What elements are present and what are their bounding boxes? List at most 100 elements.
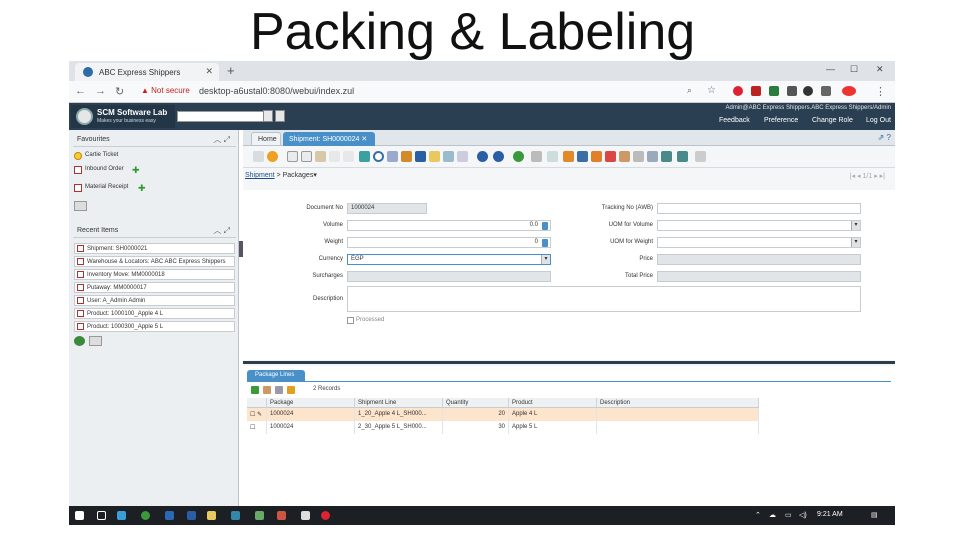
parent-record-icon[interactable] xyxy=(477,151,488,162)
save-icon[interactable] xyxy=(315,151,326,162)
copy-record-icon[interactable] xyxy=(301,151,312,162)
volume-field[interactable]: 0.0 xyxy=(347,220,551,231)
table-row[interactable]: ☐ ✎ 1000024 1_20_Apple 4 L_SH000... 20 A… xyxy=(247,408,759,421)
weight-field[interactable]: 0 xyxy=(347,237,551,248)
shipment-line-cell[interactable]: 1_20_Apple 4 L_SH000... xyxy=(355,408,443,421)
refresh-icon[interactable] xyxy=(74,336,85,346)
recent-item[interactable]: Putaway: MM0000017 xyxy=(74,282,235,293)
volume-icon[interactable]: ◁) xyxy=(799,511,807,519)
report-icon[interactable] xyxy=(429,151,440,162)
tab-shipment[interactable]: Shipment: SH0000024 ✕ xyxy=(283,132,375,146)
settings-icon[interactable] xyxy=(633,151,644,162)
currency-select[interactable]: EGP ▾ xyxy=(347,254,551,265)
product-cell[interactable]: Apple 4 L xyxy=(509,408,597,421)
close-window-icon[interactable]: ✕ xyxy=(876,64,884,75)
link-icon[interactable] xyxy=(563,151,574,162)
clock[interactable]: 9:21 AM xyxy=(817,511,843,518)
delete-icon[interactable] xyxy=(329,151,340,162)
extension-shield-icon[interactable] xyxy=(803,86,813,96)
tracking-no-field[interactable] xyxy=(657,203,861,214)
extension-pdf-icon[interactable] xyxy=(751,86,761,96)
document-no-field[interactable]: 1000024 xyxy=(347,203,427,214)
package-cell[interactable]: 1000024 xyxy=(267,421,355,434)
cake-icon[interactable] xyxy=(619,151,630,162)
chat-icon[interactable] xyxy=(401,151,412,162)
column-header[interactable]: Package xyxy=(267,398,355,408)
windows-start-icon[interactable] xyxy=(75,511,84,520)
chevron-down-icon[interactable]: ▾ xyxy=(851,238,860,247)
detail-record-icon[interactable] xyxy=(493,151,504,162)
close-tab-icon[interactable]: ✕ xyxy=(205,66,213,77)
shipment-line-cell[interactable]: 2_30_Apple 5 L_SH000... xyxy=(355,421,443,434)
chrome-icon[interactable] xyxy=(141,511,150,520)
logout-link[interactable]: Log Out xyxy=(866,117,891,124)
search-go-icon[interactable] xyxy=(263,110,273,122)
tray-chevron-icon[interactable]: ⌃ xyxy=(755,511,761,519)
uom-weight-select[interactable]: ▾ xyxy=(657,237,861,248)
edge-icon[interactable] xyxy=(117,511,126,520)
recent-item[interactable]: Product: 1000100_Apple 4 L xyxy=(74,308,235,319)
grid-toggle-icon[interactable] xyxy=(443,151,454,162)
breadcrumb-current[interactable]: Packages xyxy=(283,172,314,179)
extension-grid-icon[interactable] xyxy=(787,86,797,96)
zoom-across-icon[interactable] xyxy=(457,151,468,162)
customize-icon[interactable] xyxy=(695,151,706,162)
app-icon[interactable] xyxy=(321,511,330,520)
print-preview-icon[interactable] xyxy=(531,151,542,162)
tab-help-icons[interactable]: ⇗ ? xyxy=(878,133,891,142)
collapse-recent-icon[interactable]: ︿ ⤢ xyxy=(213,225,230,236)
recent-item[interactable]: Inventory Move: MM0000018 xyxy=(74,269,235,280)
trash-icon[interactable] xyxy=(89,336,102,346)
back-icon[interactable]: ← xyxy=(75,85,86,97)
favourite-item[interactable]: Material Receipt ✚ xyxy=(74,183,146,193)
record-pager[interactable]: |◂ ◂ 1/1 ▸ ▸| xyxy=(850,172,885,180)
select-all-header[interactable] xyxy=(247,398,267,408)
row-select-checkbox[interactable]: ☐ ✎ xyxy=(247,408,267,421)
price-field[interactable] xyxy=(657,254,861,265)
task-view-icon[interactable] xyxy=(97,511,106,520)
trash-icon[interactable] xyxy=(74,201,87,211)
breadcrumb-parent[interactable]: Shipment xyxy=(245,172,275,179)
app-icon[interactable] xyxy=(301,511,310,520)
new-tab-icon[interactable]: + xyxy=(227,63,235,78)
processed-checkbox[interactable]: Processed xyxy=(347,317,384,324)
add-icon[interactable]: ✚ xyxy=(138,183,146,194)
app-icon[interactable] xyxy=(187,511,196,520)
detail-splitter[interactable] xyxy=(243,361,895,364)
security-warning[interactable]: ▲ Not secure xyxy=(141,86,190,95)
uom-volume-select[interactable]: ▾ xyxy=(657,220,861,231)
workflow-icon[interactable] xyxy=(591,151,602,162)
archive-icon[interactable] xyxy=(415,151,426,162)
column-header[interactable]: Description xyxy=(597,398,759,408)
lookup-icon[interactable] xyxy=(275,110,285,122)
total-price-field[interactable] xyxy=(657,271,861,282)
find-icon[interactable] xyxy=(373,151,384,162)
column-header[interactable]: Product xyxy=(509,398,597,408)
bookmark-star-icon[interactable]: ☆ xyxy=(707,85,716,96)
column-header[interactable]: Quantity xyxy=(443,398,509,408)
delete-line-icon[interactable] xyxy=(275,386,283,394)
quantity-cell[interactable]: 20 xyxy=(443,408,509,421)
change-role-link[interactable]: Change Role xyxy=(812,117,853,124)
checkbox-box[interactable] xyxy=(347,317,354,324)
store-icon[interactable] xyxy=(165,511,174,520)
description-cell[interactable] xyxy=(597,421,759,434)
network-icon[interactable]: ▭ xyxy=(785,511,792,519)
undo-icon[interactable] xyxy=(253,151,264,162)
chevron-down-icon[interactable]: ▾ xyxy=(851,221,860,230)
favourite-item[interactable]: Inbound Order ✚ xyxy=(74,165,140,175)
product-info-icon[interactable] xyxy=(547,151,558,162)
package-cell[interactable]: 1000024 xyxy=(267,408,355,421)
add-icon[interactable]: ✚ xyxy=(132,165,140,176)
new-line-icon[interactable] xyxy=(251,386,259,394)
minimize-icon[interactable]: — xyxy=(826,64,835,74)
recent-item[interactable]: Shipment: SH0000021 xyxy=(74,243,235,254)
file-explorer-icon[interactable] xyxy=(207,511,216,520)
new-record-icon[interactable] xyxy=(287,151,298,162)
table-row[interactable]: ☐ 1000024 2_30_Apple 5 L_SH000... 30 App… xyxy=(247,421,759,434)
maximize-icon[interactable]: ☐ xyxy=(850,64,858,75)
recent-item[interactable]: Warehouse & Locators: ABC ABC Express Sh… xyxy=(74,256,235,267)
process-icon[interactable] xyxy=(647,151,658,162)
app-icon[interactable] xyxy=(255,511,264,520)
browser-tab[interactable]: ABC Express Shippers ✕ xyxy=(75,63,219,81)
